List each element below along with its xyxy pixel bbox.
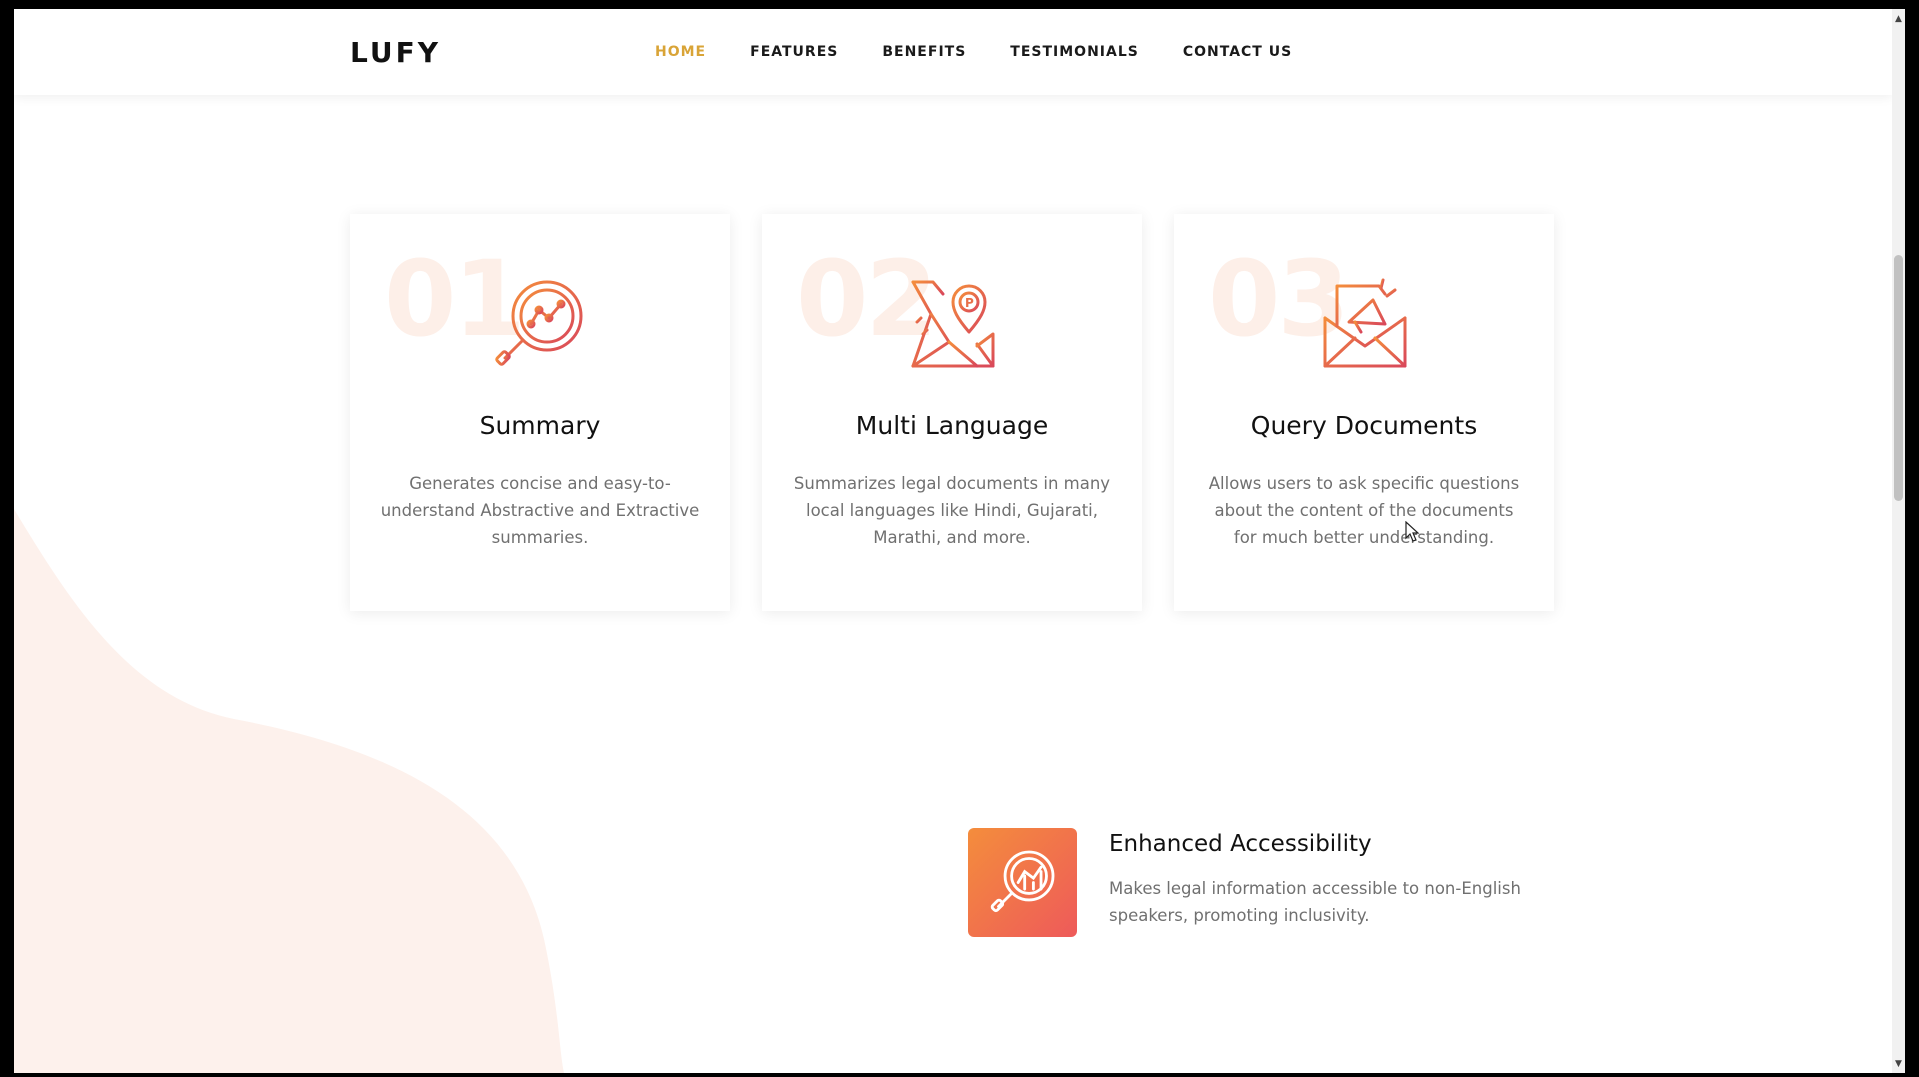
svg-text:P: P xyxy=(965,296,974,310)
feature-card-summary: 01 Summary Generates concise and easy-to… xyxy=(350,214,730,611)
benefit-title: Enhanced Accessibility xyxy=(1109,831,1372,857)
nav-home[interactable]: HOME xyxy=(655,44,706,60)
chart-magnifier-icon xyxy=(990,850,1055,913)
nav-contact-us[interactable]: CONTACT US xyxy=(1183,44,1292,60)
navbar: LUFY HOME FEATURES BENEFITS TESTIMONIALS… xyxy=(14,9,1892,95)
scroll-down-icon[interactable]: ▼ xyxy=(1894,1060,1903,1069)
page: LUFY HOME FEATURES BENEFITS TESTIMONIALS… xyxy=(14,9,1892,1073)
feature-card-query-documents: 03 Query Documents Allows users to ask s… xyxy=(1174,214,1554,611)
feature-card-multi-language: 02 P Multi Language Summarizes legal doc… xyxy=(762,214,1142,611)
card-description: Summarizes legal documents in many local… xyxy=(793,474,1111,547)
logo[interactable]: LUFY xyxy=(350,36,441,69)
card-title: Multi Language xyxy=(855,411,1049,440)
benefit-description: Makes legal information accessible to no… xyxy=(1109,879,1521,925)
vertical-scrollbar[interactable]: ▲ ▼ xyxy=(1892,9,1905,1073)
mouse-cursor-icon xyxy=(1405,521,1420,542)
chart-magnifier-icon xyxy=(495,280,583,366)
card-description: Generates concise and easy-to-understand… xyxy=(380,474,700,547)
map-pin-icon: P xyxy=(911,280,995,368)
benefit-icon-box xyxy=(968,828,1077,937)
main-nav: HOME FEATURES BENEFITS TESTIMONIALS CONT… xyxy=(655,44,1336,60)
card-title: Query Documents xyxy=(1250,411,1478,440)
scroll-up-icon[interactable]: ▲ xyxy=(1894,15,1903,24)
scroll-thumb[interactable] xyxy=(1894,255,1903,501)
envelope-megaphone-icon xyxy=(1323,278,1407,368)
nav-features[interactable]: FEATURES xyxy=(750,44,838,60)
card-description: Allows users to ask specific questions a… xyxy=(1208,474,1520,547)
nav-benefits[interactable]: BENEFITS xyxy=(882,44,966,60)
card-title: Summary xyxy=(479,411,601,440)
nav-testimonials[interactable]: TESTIMONIALS xyxy=(1010,44,1139,60)
